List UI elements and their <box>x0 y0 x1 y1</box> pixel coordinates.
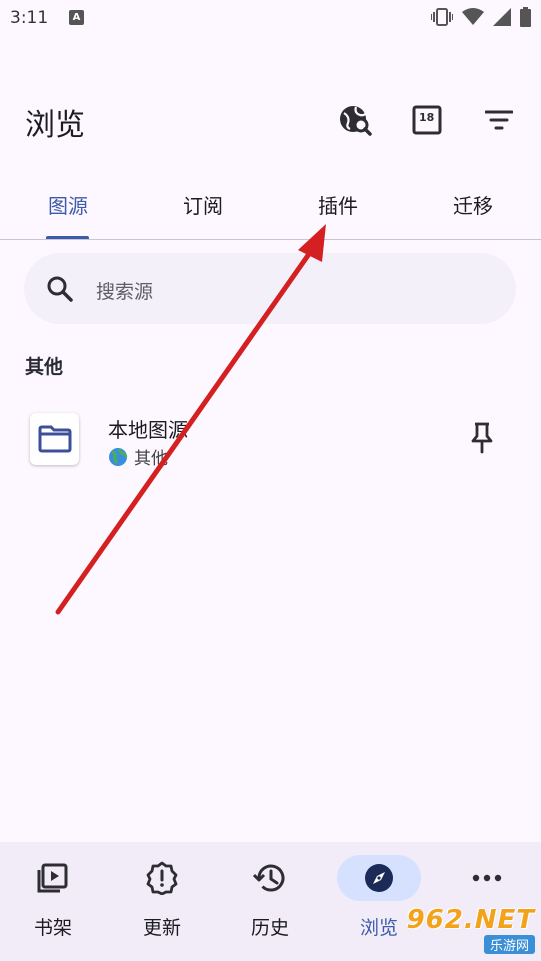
nav-explore-label: 浏览 <box>359 917 398 939</box>
nav-updates-label: 更新 <box>142 917 181 939</box>
history-icon <box>253 864 285 892</box>
nav-library-label: 书架 <box>33 917 72 939</box>
explore-icon <box>365 864 393 892</box>
library-icon <box>37 863 68 893</box>
nav-library[interactable]: 书架 <box>3 855 103 940</box>
watermark: 962.NET 乐游网 <box>407 905 535 954</box>
more-icon <box>472 874 502 882</box>
annotation-arrow <box>55 224 326 615</box>
nav-updates[interactable]: 更新 <box>112 855 212 940</box>
watermark-number: 962.NET <box>406 905 535 935</box>
nav-more[interactable] <box>437 855 537 901</box>
updates-icon <box>146 861 178 895</box>
watermark-sub: 乐游网 <box>483 935 535 954</box>
nav-explore-indicator <box>337 855 421 901</box>
nav-history-label: 历史 <box>250 917 289 939</box>
nav-history[interactable]: 历史 <box>220 855 320 940</box>
